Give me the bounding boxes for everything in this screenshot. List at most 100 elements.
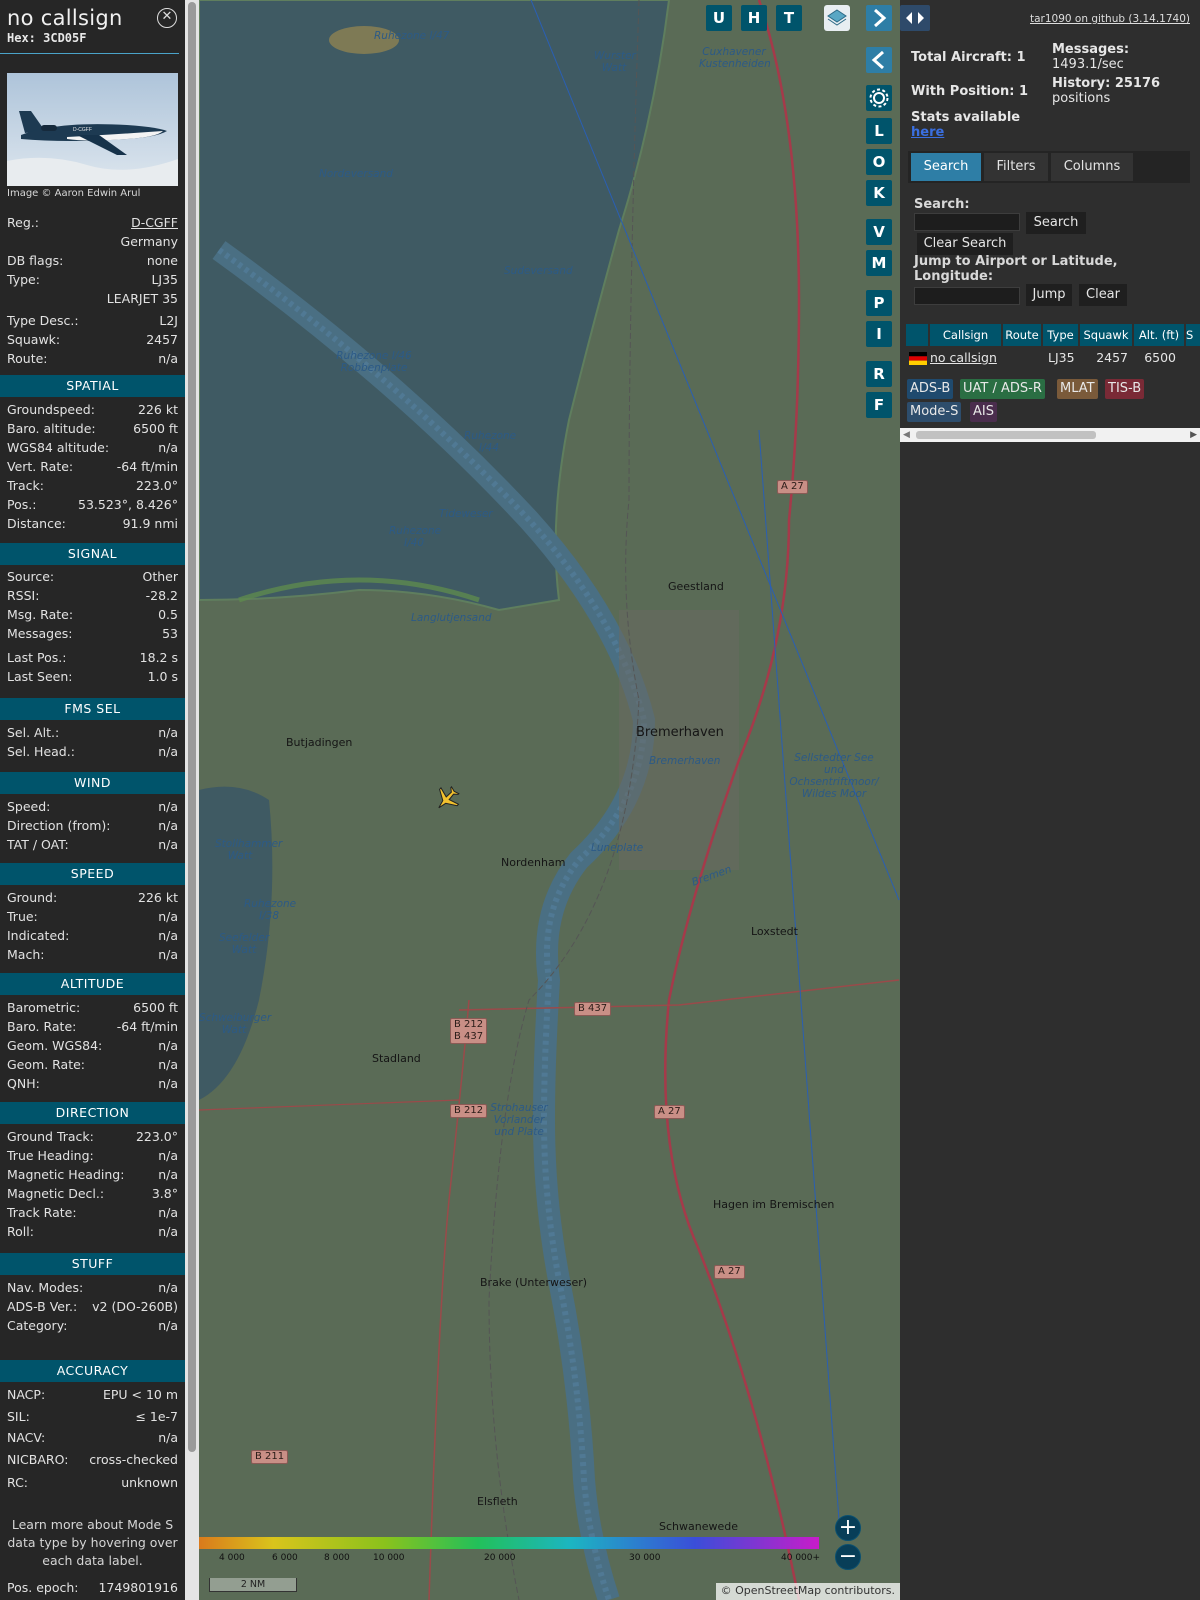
toggle-v-button[interactable]: V [866,219,892,245]
section-spatial: SPATIAL [0,375,185,397]
accuracy-row: NACP: EPU < 10 m [7,1387,178,1405]
search-input[interactable] [914,213,1020,231]
label-butjadingen: Butjadingen [286,736,353,749]
spatial-row: Track: 223.0° [7,478,178,496]
collapse-sidebar-icon[interactable] [866,47,892,73]
direction-value: n/a [158,1224,178,1239]
altitude-row: Baro. Rate: -64 ft/min [7,1019,178,1037]
label-geestland: Geestland [668,580,724,593]
aircraft-marker-icon[interactable] [433,785,461,813]
tab-filters[interactable]: Filters [984,153,1048,181]
photo-livery: D-CGFF [73,127,92,133]
col-callsign[interactable]: Callsign [930,324,1001,346]
section-direction: DIRECTION [0,1102,185,1124]
map-attribution[interactable]: © OpenStreetMap contributors. [715,1583,900,1600]
expand-sidebar-icon[interactable] [866,5,892,31]
spatial-label: Track: [7,478,44,493]
signal-label: Source: [7,569,55,584]
altitude-label: Geom. WGS84: [7,1038,103,1053]
altitude-value: 6500 ft [133,1000,178,1015]
row-callsign[interactable]: no callsign [930,348,997,368]
speed-label: Indicated: [7,928,70,943]
toggle-i-button[interactable]: I [866,321,892,347]
section-fms: FMS SEL [0,698,185,720]
toggle-f-button[interactable]: F [866,392,892,418]
stuff-value: n/a [158,1318,178,1333]
legend-ais: AIS [970,402,997,422]
tab-columns[interactable]: Columns [1051,153,1133,181]
github-link[interactable]: tar1090 on github (3.14.1740) [1030,13,1190,25]
layers-icon[interactable] [824,5,850,31]
row-squawk: 2457 [1096,350,1128,365]
search-button[interactable]: Search [1026,212,1086,234]
close-icon[interactable]: ✕ [157,8,177,28]
toggle-m-button[interactable]: M [866,250,892,276]
accuracy-label: NICBARO: [7,1452,69,1467]
table-horizontal-scrollbar[interactable]: ◀ ▶ [900,428,1200,442]
tab-search[interactable]: Search [911,153,981,181]
stuff-row: Nav. Modes: n/a [7,1280,178,1298]
toggle-k-button[interactable]: K [866,180,892,206]
toggle-r-button[interactable]: R [866,361,892,387]
toggle-l-button[interactable]: L [866,118,892,144]
jump-button[interactable]: Jump [1026,284,1072,306]
spatial-label: Distance: [7,516,66,531]
signal-label: RSSI: [7,588,40,603]
section-stuff: STUFF [0,1253,185,1275]
label-brake: Brake (Unterweser) [480,1276,588,1289]
map-view[interactable]: Ruhezone I/47 Nordeversand Wurster Watt … [199,0,900,1600]
col-type[interactable]: Type [1043,324,1078,346]
accuracy-row: RC: unknown [7,1475,178,1493]
altitude-row: Geom. WGS84: n/a [7,1038,178,1056]
zoom-in-icon[interactable]: + [835,1515,861,1541]
info-panel-scrollbar[interactable] [185,0,199,1600]
dbflags-row: DB flags: none [7,253,178,268]
label-sellstedter: Sellstedter See und Ochsentriftmoor/ Wil… [789,752,879,800]
fms-label: Sel. Alt.: [7,725,60,740]
wind-value: n/a [158,799,178,814]
label-hagen: Hagen im Bremischen [713,1198,835,1211]
col-alt[interactable]: Alt. (ft) [1134,324,1184,346]
section-speed: SPEED [0,863,185,885]
toggle-t-button[interactable]: T [776,5,802,31]
altitude-value: n/a [158,1038,178,1053]
label-luneplate: Luneplate [591,842,644,854]
road-b211: B 211 [251,1450,289,1464]
settings-gear-icon[interactable] [866,85,892,111]
label-cuxhavener: Cuxhavener Kustenheiden [699,46,771,70]
altitude-label: Baro. Rate: [7,1019,77,1034]
alt-tick-4000: 4 000 [219,1553,245,1563]
clear-search-button[interactable]: Clear Search [917,233,1013,255]
spatial-row: Pos.: 53.523°, 8.426° [7,497,178,515]
resize-sidebar-icon[interactable] [900,5,930,31]
toggle-h-button[interactable]: H [741,5,767,31]
toggle-p-button[interactable]: P [866,290,892,316]
col-squawk[interactable]: Squawk [1080,324,1132,346]
spatial-label: Groundspeed: [7,402,95,417]
accuracy-label: NACV: [7,1430,46,1445]
altitude-row: Geom. Rate: n/a [7,1057,178,1075]
country-row: Germany [120,234,178,249]
toggle-u-button[interactable]: U [706,5,732,31]
stats-link[interactable]: here [911,125,944,140]
col-route[interactable]: Route [1003,324,1041,346]
spatial-label: Baro. altitude: [7,421,96,436]
alt-tick-20000: 20 000 [484,1553,516,1563]
registration-link[interactable]: D-CGFF [131,215,178,230]
jump-input[interactable] [914,287,1020,305]
callsign-title: no callsign [7,6,123,30]
col-speed[interactable]: S [1186,324,1200,346]
aircraft-photo[interactable]: D-CGFF [7,73,178,186]
signal-value: 18.2 s [139,650,178,665]
altitude-row: QNH: n/a [7,1076,178,1094]
info-header: no callsign Hex: 3CD05F ✕ [0,0,179,54]
stats-available: Stats available [911,110,1021,125]
altitude-label: QNH: [7,1076,40,1091]
zoom-out-icon[interactable]: − [835,1544,861,1570]
speed-value: n/a [158,928,178,943]
clear-jump-button[interactable]: Clear [1079,284,1127,306]
fms-row: Sel. Head.: n/a [7,744,178,762]
panel-tabs: Search Filters Columns [908,151,1190,183]
toggle-o-button[interactable]: O [866,149,892,175]
stuff-label: ADS-B Ver.: [7,1299,78,1314]
